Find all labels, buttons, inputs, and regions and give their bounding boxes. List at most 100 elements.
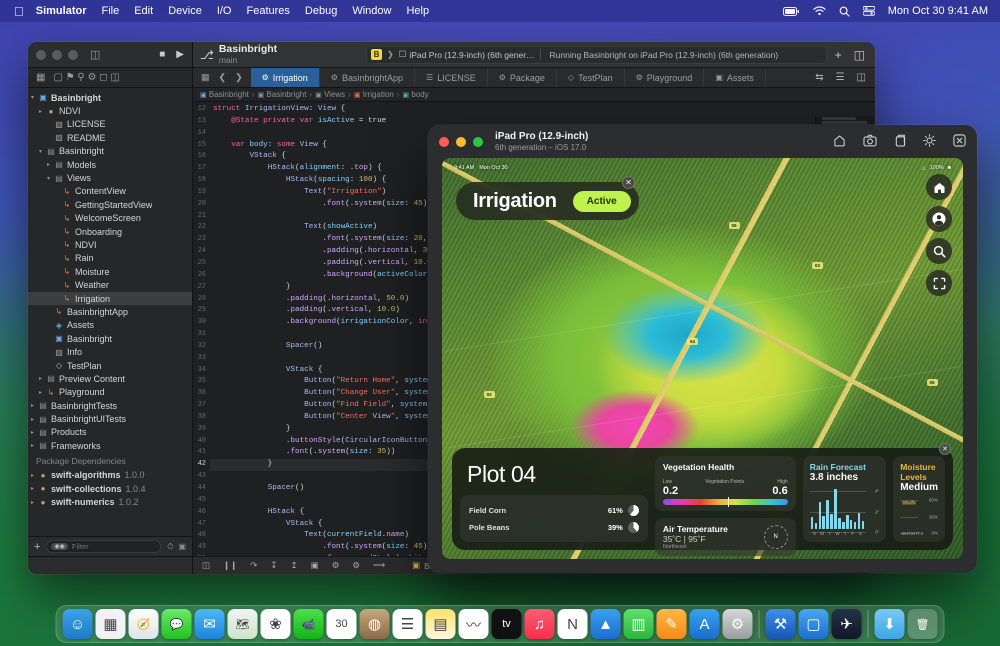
dock-app-finder[interactable]: ☺	[63, 609, 93, 639]
forward-icon[interactable]: ❯	[235, 72, 243, 83]
sidebar-item-license[interactable]: ▧LICENSE	[28, 118, 192, 131]
close-icon[interactable]: ✕	[939, 443, 951, 455]
memory-graph-icon[interactable]: ⚙	[332, 560, 340, 571]
plot-tag[interactable]: 06	[927, 379, 938, 386]
simulator-traffic-lights[interactable]	[439, 137, 483, 147]
debug-view-icon[interactable]: ▣	[311, 560, 319, 571]
stop-button[interactable]: ■	[159, 49, 165, 60]
code-line[interactable]: struct IrrigationView: View {	[210, 104, 875, 116]
minimize-window-button[interactable]	[456, 137, 466, 147]
appearance-icon[interactable]	[923, 134, 936, 150]
dock-app-safari[interactable]: 🧭	[129, 609, 159, 639]
sidebar-item-assets[interactable]: ◈Assets	[28, 319, 192, 332]
dock-app-maps[interactable]: 🗺	[228, 609, 258, 639]
crop-distribution-card[interactable]: Field Corn 61% Pole Beans 39%	[460, 495, 648, 542]
close-icon[interactable]: ✕	[622, 176, 635, 189]
xcode-activity-status[interactable]: B ❯ ☐ iPad Pro (12.9-inch) (6th gener… R…	[366, 46, 827, 64]
sidebar-item-readme[interactable]: ▧README	[28, 131, 192, 144]
swap-editor-icon[interactable]: ⇆	[815, 72, 823, 83]
dock-app-testflight[interactable]: ✈	[832, 609, 862, 639]
dock-app-freeform[interactable]: 〰	[459, 609, 489, 639]
menu-item-io[interactable]: I/O	[217, 5, 232, 17]
menu-item-simulator[interactable]: Simulator	[36, 5, 87, 17]
plot-tag[interactable]: 02	[484, 391, 495, 398]
sidebar-item-testplan[interactable]: ◇TestPlan	[28, 359, 192, 372]
moisture-levels-card[interactable]: Moisture Levels Medium 60% 30% 0% SMTWTF…	[893, 456, 945, 542]
tab-license[interactable]: ☰ LICENSE	[415, 68, 488, 87]
apple-icon[interactable]: 	[14, 5, 24, 18]
center-view-icon[interactable]	[926, 270, 952, 296]
air-temperature-card[interactable]: Air Temperature 35˚C | 95˚F Northeast N	[655, 518, 796, 556]
tab-overview-icon[interactable]: ▦	[201, 72, 210, 83]
disclosure-triangle-icon[interactable]: ▾	[36, 148, 45, 155]
menu-item-debug[interactable]: Debug	[305, 5, 337, 17]
filter-input[interactable]: ◉◉ Filter	[46, 540, 161, 553]
dock-app-news[interactable]: N	[558, 609, 588, 639]
plot-tag[interactable]: 03	[812, 262, 823, 269]
map-side-controls[interactable]	[926, 174, 952, 296]
ipad-screen[interactable]: 9:41 AM Mon Oct 30 △ 100% ■ 05 03 04 02 …	[442, 158, 963, 559]
disclosure-triangle-icon[interactable]: ▸	[36, 375, 45, 382]
sidebar-item-moisture[interactable]: ↳Moisture	[28, 265, 192, 278]
simulator-toolbar[interactable]	[833, 134, 966, 150]
dock-app-app-store[interactable]: A	[690, 609, 720, 639]
breadcrumb-item[interactable]: ▣ Basinbright	[200, 90, 249, 99]
dock-app-mail[interactable]: ✉	[195, 609, 225, 639]
sidebar-item-gettingstartedview[interactable]: ↳GettingStartedView	[28, 198, 192, 211]
disclosure-triangle-icon[interactable]: ▸	[28, 429, 37, 436]
dock-app-simulator[interactable]: ▢	[799, 609, 829, 639]
dock-app-pages[interactable]: ✎	[657, 609, 687, 639]
navigator-mode-selector[interactable]: ▦ ▢ ⚑ ⚲ ⚙ ◻ ◫	[28, 68, 193, 87]
tab-irrigation[interactable]: ⚙ Irrigation	[251, 68, 320, 87]
run-button[interactable]: ▶	[176, 49, 184, 60]
zoom-window-button[interactable]	[68, 50, 78, 60]
sidebar-item-basinbrighttests[interactable]: ▸▤BasinbrightTests	[28, 399, 192, 412]
disclosure-triangle-icon[interactable]: ▸	[28, 402, 37, 409]
breadcrumb-item[interactable]: ▣ body	[403, 90, 429, 99]
dock-app-calendar[interactable]: 30	[327, 609, 357, 639]
sidebar-item-rain[interactable]: ↳Rain	[28, 252, 192, 265]
menu-clock[interactable]: Mon Oct 30 9:41 AM	[888, 5, 988, 17]
sidebar-item-basinbrightuitests[interactable]: ▸▤BasinbrightUITests	[28, 412, 192, 425]
filter-icons[interactable]: ▢ ⚑ ⚲ ⚙ ◻ ◫	[53, 72, 119, 83]
person-icon[interactable]	[926, 206, 952, 232]
close-window-icon[interactable]	[953, 134, 966, 150]
plot-tag[interactable]: 05	[729, 222, 740, 229]
disclosure-triangle-icon[interactable]: ▸	[28, 485, 37, 492]
sidebar-item-basinbrightapp[interactable]: ↳BasinbrightApp	[28, 305, 192, 318]
sidebar-item-basinbright[interactable]: ▾▣Basinbright	[28, 91, 192, 104]
dock-app-facetime[interactable]: 📹	[294, 609, 324, 639]
screenshot-icon[interactable]	[863, 134, 877, 150]
status-badge[interactable]: Active	[573, 191, 631, 212]
sidebar-item-weather[interactable]: ↳Weather	[28, 278, 192, 291]
run-stop-controls[interactable]: ■ ▶	[159, 49, 184, 60]
sidebar-item-preview-content[interactable]: ▸▤Preview Content	[28, 372, 192, 385]
breadcrumb-item[interactable]: ▣ Views	[315, 90, 345, 99]
breadcrumb-item[interactable]: ▣ Basinbright	[258, 90, 307, 99]
disclosure-triangle-icon[interactable]: ▸	[28, 416, 37, 423]
menu-item-features[interactable]: Features	[246, 5, 289, 17]
sidebar-item-contentview[interactable]: ↳ContentView	[28, 185, 192, 198]
record-icon[interactable]	[894, 134, 906, 150]
sidebar-item-frameworks[interactable]: ▸▤Frameworks	[28, 439, 192, 452]
sidebar-item-swift-numerics[interactable]: ▸●swift-numerics1.0.2	[28, 495, 192, 508]
tab-basinbrightapp[interactable]: ⚙ BasinbrightApp	[320, 68, 415, 87]
menu-item-edit[interactable]: Edit	[134, 5, 153, 17]
sidebar-item-welcomescreen[interactable]: ↳WelcomeScreen	[28, 212, 192, 225]
dock-app-notes[interactable]: ▤	[426, 609, 456, 639]
wifi-icon[interactable]	[813, 6, 826, 16]
disclosure-triangle-icon[interactable]: ▸	[36, 389, 45, 396]
add-file-button[interactable]: +	[34, 541, 40, 553]
menu-item-device[interactable]: Device	[168, 5, 202, 17]
dock-app-numbers[interactable]: ▥	[624, 609, 654, 639]
disclosure-triangle-icon[interactable]: ▸	[28, 499, 37, 506]
menu-item-window[interactable]: Window	[352, 5, 391, 17]
tab-playground[interactable]: ⚙ Playground	[625, 68, 705, 87]
sidebar-item-swift-algorithms[interactable]: ▸●swift-algorithms1.0.0	[28, 469, 192, 482]
dock-app-music[interactable]: ♫	[525, 609, 555, 639]
dock-app-keynote[interactable]: ▲	[591, 609, 621, 639]
vegetation-health-card[interactable]: Vegetation Health Low Vegetation Points …	[655, 456, 796, 511]
editor-options[interactable]: ⇆ ☰ ◫	[806, 68, 875, 87]
filter-scope-icon[interactable]: ◉◉	[51, 543, 67, 550]
disclosure-triangle-icon[interactable]: ▾	[28, 94, 37, 101]
